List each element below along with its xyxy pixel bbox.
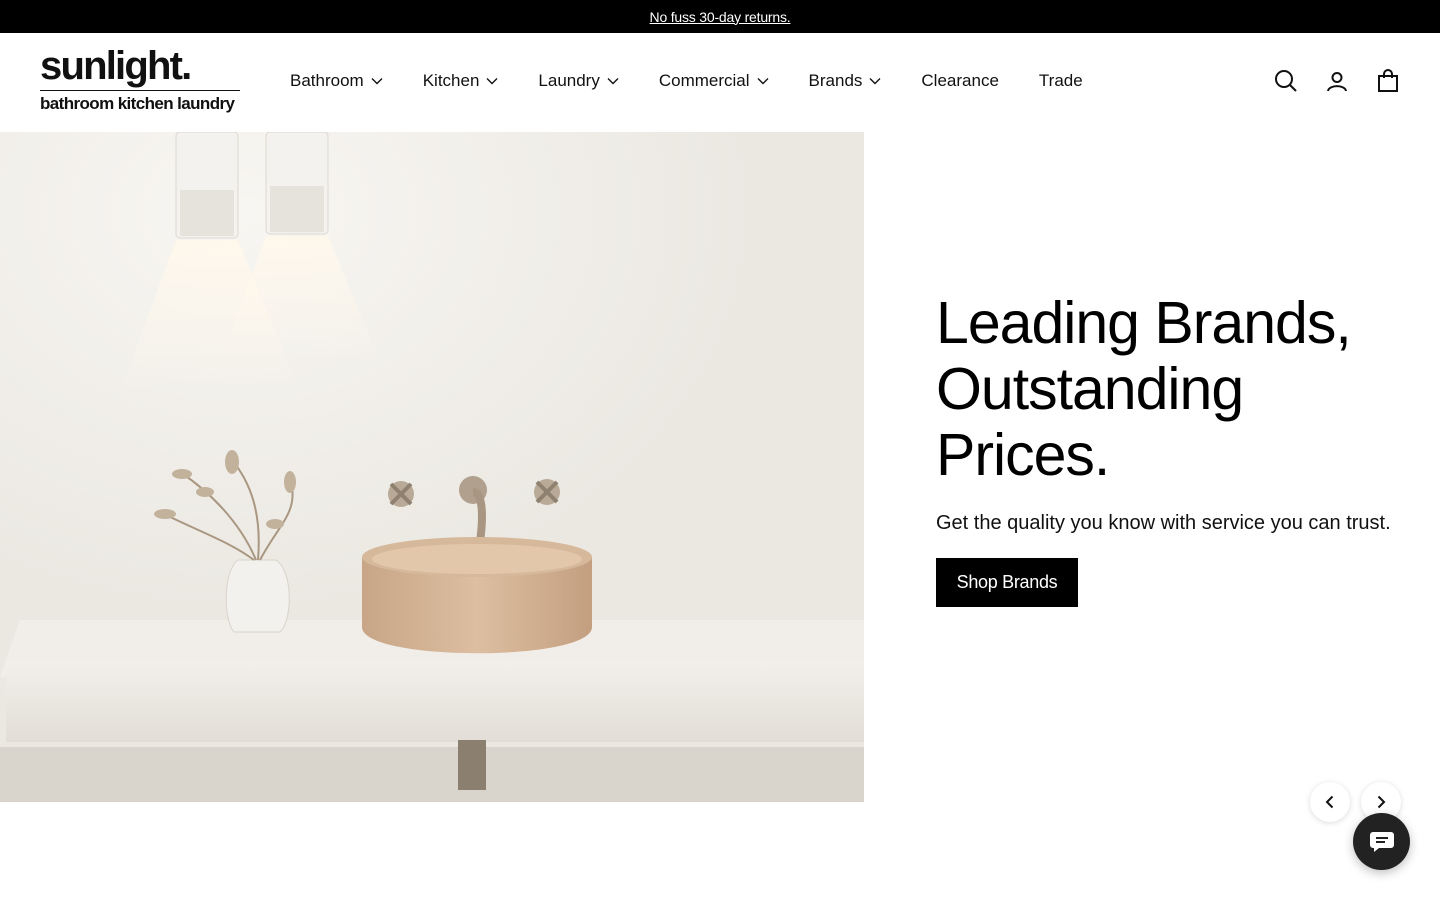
header-actions bbox=[1274, 69, 1400, 93]
logo-divider bbox=[40, 90, 240, 91]
nav-item-label: Trade bbox=[1038, 71, 1083, 90]
chevron-right-icon bbox=[1377, 795, 1386, 809]
account-icon bbox=[1327, 72, 1347, 92]
chevron-down-icon bbox=[607, 78, 619, 85]
logo[interactable]: sunlight. bathroom kitchen laundry bbox=[40, 46, 240, 115]
logo-wordmark: sunlight. bbox=[40, 44, 192, 88]
nav-item-label: Brands bbox=[808, 71, 863, 90]
hero-title-line: Outstanding bbox=[936, 356, 1244, 422]
nav-item-label: Clearance bbox=[921, 71, 999, 90]
search-button[interactable] bbox=[1274, 69, 1298, 93]
logo-tagline: bathroom kitchen laundry bbox=[40, 94, 235, 113]
chat-launcher-button[interactable] bbox=[1353, 813, 1410, 870]
account-button[interactable] bbox=[1325, 69, 1349, 93]
nav-item-label: Commercial bbox=[658, 71, 750, 90]
nav-item-label: Kitchen bbox=[422, 71, 480, 90]
shop-brands-button[interactable]: Shop Brands bbox=[936, 558, 1078, 607]
nav-item-brands[interactable]: Brands bbox=[809, 71, 882, 91]
search-icon bbox=[1275, 70, 1297, 92]
hero-subtitle: Get the quality you know with service yo… bbox=[936, 512, 1391, 534]
nav-item-commercial[interactable]: Commercial bbox=[659, 71, 769, 91]
hero-content: Leading Brands, Outstanding Prices. Get … bbox=[936, 290, 1396, 607]
chevron-down-icon bbox=[869, 78, 881, 85]
main-nav: Bathroom Kitchen Laundry Commercial Bran… bbox=[290, 71, 1123, 91]
nav-item-label: Laundry bbox=[538, 71, 600, 90]
cart-button[interactable] bbox=[1376, 69, 1400, 93]
cart-icon bbox=[1378, 69, 1398, 92]
chevron-down-icon bbox=[757, 78, 769, 85]
returns-link[interactable]: No fuss 30-day returns. bbox=[650, 9, 791, 25]
hero-title-line: Prices. bbox=[936, 422, 1110, 488]
bathroom-vanity-illustration bbox=[0, 132, 864, 802]
carousel-prev-button[interactable] bbox=[1310, 782, 1350, 822]
hero-title: Leading Brands, Outstanding Prices. bbox=[936, 290, 1396, 488]
nav-item-trade[interactable]: Trade bbox=[1039, 71, 1083, 91]
nav-item-kitchen[interactable]: Kitchen bbox=[423, 71, 499, 91]
site-header: sunlight. bathroom kitchen laundry Bathr… bbox=[0, 33, 1440, 132]
chevron-down-icon bbox=[371, 78, 383, 85]
announcement-bar: No fuss 30-day returns. bbox=[0, 0, 1440, 33]
hero-image bbox=[0, 132, 864, 802]
chevron-down-icon bbox=[486, 78, 498, 85]
chat-bubble-icon bbox=[1369, 831, 1394, 852]
nav-item-laundry[interactable]: Laundry bbox=[538, 71, 619, 91]
hero-title-line: Leading Brands, bbox=[936, 290, 1352, 356]
nav-item-label: Bathroom bbox=[290, 71, 364, 90]
chevron-left-icon bbox=[1325, 795, 1334, 809]
nav-item-clearance[interactable]: Clearance bbox=[921, 71, 999, 91]
nav-item-bathroom[interactable]: Bathroom bbox=[290, 71, 383, 91]
